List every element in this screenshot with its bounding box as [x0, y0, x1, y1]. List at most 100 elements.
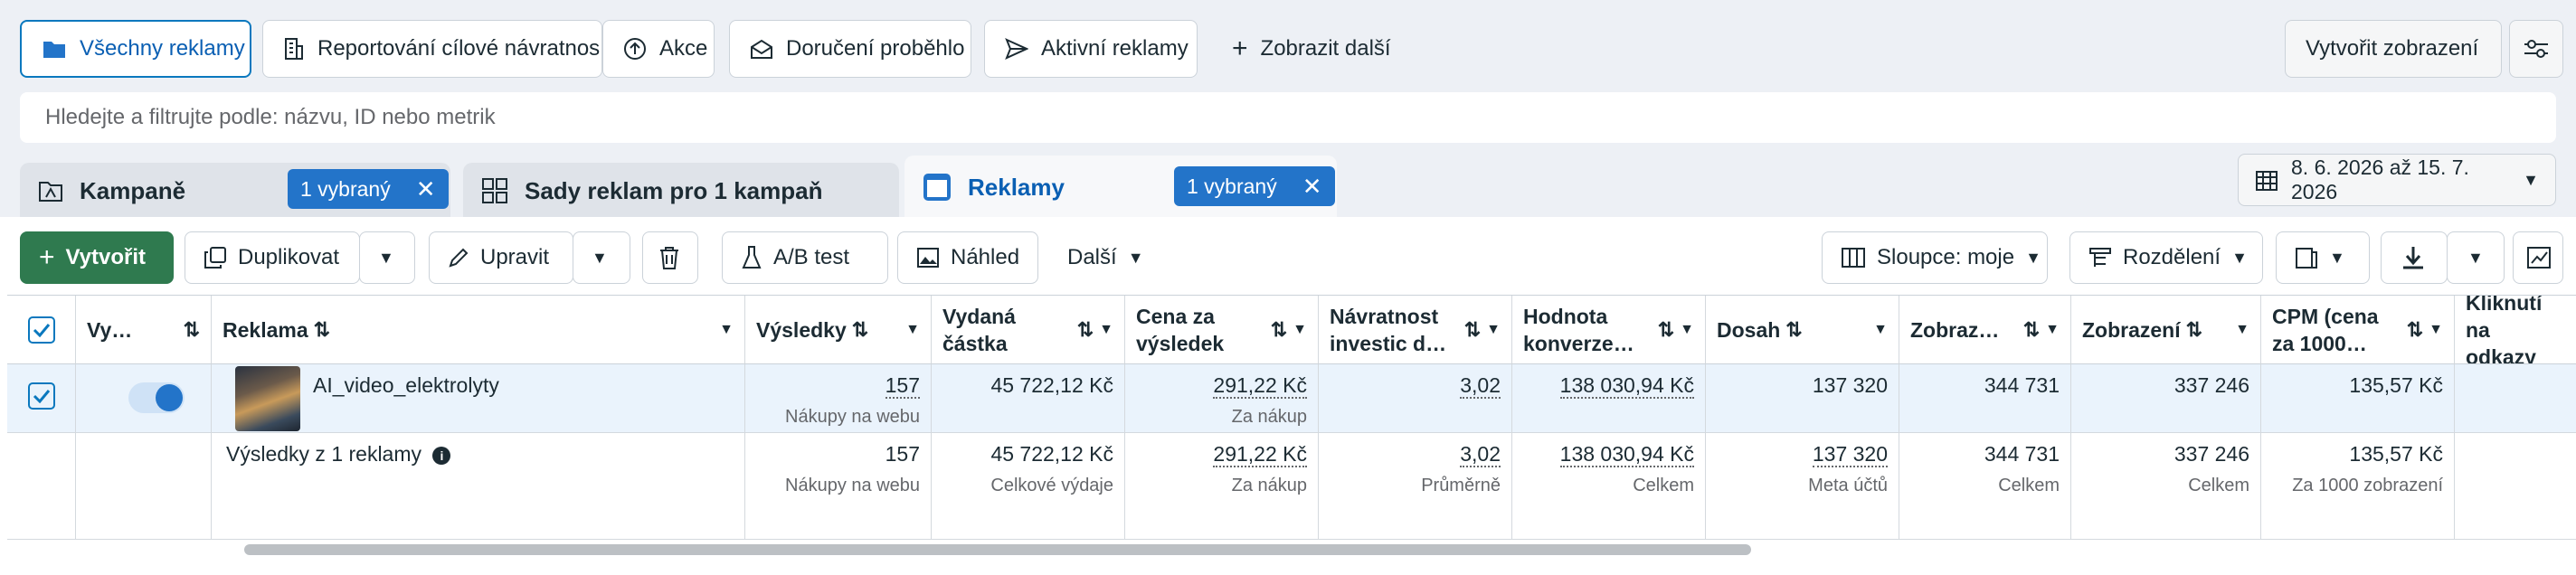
breakdown-label: Rozdělení [2123, 245, 2221, 269]
column-header-cost-per-result[interactable]: Cena za výsledek ⇅ ▼ [1125, 296, 1319, 364]
view-active-ads-button[interactable]: Aktivní reklamy [984, 20, 1198, 78]
export-button[interactable] [2381, 231, 2448, 284]
chevron-down-icon: ▼ [1127, 248, 1144, 267]
breakdown-button[interactable]: Rozdělení ▼ [2069, 231, 2263, 284]
duplicate-label: Duplikovat [238, 245, 340, 269]
delivery-toggle[interactable] [128, 382, 185, 413]
impressions-cell: 337 246 [2071, 364, 2261, 432]
column-menu-icon[interactable]: ▼ [1099, 322, 1113, 338]
column-header-spent[interactable]: Vydaná částka ⇅ ▼ [932, 296, 1125, 364]
delete-button[interactable] [642, 231, 698, 284]
column-header-impressions[interactable]: Zobrazení ⇅ ▼ [2071, 296, 2261, 364]
sort-icon[interactable]: ⇅ [2023, 318, 2040, 342]
plus-icon: + [1232, 33, 1248, 63]
table-row-ad[interactable]: AI_video_elektrolyty 157 Nákupy na webu … [7, 364, 2576, 433]
edit-dropdown-button[interactable]: ▼ [573, 231, 630, 284]
sort-icon[interactable]: ⇅ [2186, 318, 2202, 342]
view-actions-button[interactable]: Akce [602, 20, 715, 78]
column-menu-icon[interactable]: ▼ [1680, 322, 1694, 338]
summary-label-cell: Výsledky z 1 reklamy i [212, 433, 745, 539]
column-menu-icon[interactable]: ▼ [1293, 322, 1307, 338]
column-menu-icon[interactable]: ▼ [2045, 322, 2060, 338]
date-range-label: 8. 6. 2026 až 15. 7. 2026 [2291, 156, 2469, 203]
column-menu-icon[interactable]: ▼ [1873, 322, 1888, 338]
chevron-down-icon: ▼ [2231, 248, 2248, 267]
date-range-picker[interactable]: 8. 6. 2026 až 15. 7. 2026 ▼ [2238, 154, 2556, 206]
column-menu-icon[interactable]: ▼ [905, 322, 920, 338]
sort-icon[interactable]: ⇅ [852, 318, 868, 342]
column-header-reach[interactable]: Dosah ⇅ ▼ [1706, 296, 1899, 364]
chevron-down-icon: ▼ [2025, 248, 2041, 267]
view-all-ads-button[interactable]: Všechny reklamy [20, 20, 251, 78]
duplicate-dropdown-button[interactable]: ▼ [359, 231, 415, 284]
grid-icon [481, 177, 508, 204]
column-menu-icon[interactable]: ▼ [2235, 322, 2249, 338]
column-header-impressions-short[interactable]: Zobraz… ⇅ ▼ [1899, 296, 2071, 364]
preview-button[interactable]: Náhled [897, 231, 1038, 284]
info-icon[interactable]: i [432, 446, 451, 465]
columns-button[interactable]: Sloupce: moje ▼ [1822, 231, 2048, 284]
column-menu-icon[interactable]: ▼ [1486, 322, 1501, 338]
sort-icon[interactable]: ⇅ [1785, 318, 1802, 342]
ads-selected-chip: 1 vybraný ✕ [1174, 166, 1335, 206]
duplicate-button[interactable]: Duplikovat [185, 231, 360, 284]
reports-button[interactable]: ▼ [2276, 231, 2370, 284]
search-filter-input[interactable]: Hledejte a filtrujte podle: názvu, ID ne… [20, 92, 2556, 143]
column-header-link-clicks[interactable]: Kliknutí na odkazy [2455, 296, 2576, 364]
summary-impressions-cell: 337 246 Celkem [2071, 433, 2261, 539]
sort-icon[interactable]: ⇅ [1464, 318, 1481, 342]
create-button[interactable]: + Vytvořit [20, 231, 174, 284]
clear-ads-selection-icon[interactable]: ✕ [1302, 173, 1322, 201]
view-reporting-button[interactable]: Reportování cílové návratnos… [262, 20, 602, 78]
horizontal-scrollbar[interactable] [244, 544, 1751, 555]
view-settings-button[interactable] [2509, 20, 2563, 78]
column-header-roas[interactable]: Návratnost investic d… ⇅ ▼ [1319, 296, 1512, 364]
create-view-button[interactable]: Vytvořit zobrazení [2285, 20, 2502, 78]
pencil-icon [448, 247, 469, 269]
sort-icon[interactable]: ⇅ [1658, 318, 1674, 342]
column-menu-icon[interactable]: ▼ [2429, 322, 2443, 338]
send-icon [1005, 38, 1028, 60]
summary-spent-cell: 45 722,12 Kč Celkové výdaje [932, 433, 1125, 539]
column-header-delivery[interactable]: Vy… ⇅ [76, 296, 212, 364]
tab-ads-label: Reklamy [968, 173, 1065, 201]
sort-icon[interactable]: ⇅ [184, 318, 200, 342]
export-dropdown-button[interactable]: ▼ [2447, 231, 2505, 284]
more-actions-button[interactable]: Další ▼ [1049, 231, 1158, 284]
view-reporting-label: Reportování cílové návratnos… [317, 36, 602, 61]
line-chart-icon [2526, 246, 2552, 269]
ad-name-cell[interactable]: AI_video_elektrolyty [212, 364, 745, 432]
ab-test-button[interactable]: A/B test [722, 231, 888, 284]
envelope-open-icon [750, 38, 773, 60]
row-checkbox[interactable] [27, 382, 55, 410]
conversion-value-cell: 138 030,94 Kč [1512, 364, 1706, 432]
view-delivered-label: Doručení proběhlo [786, 36, 965, 61]
show-more-views-button[interactable]: + Zobrazit další [1212, 20, 1429, 78]
summary-reach-cell: 137 320 Meta účtů [1706, 433, 1899, 539]
edit-button[interactable]: Upravit [429, 231, 573, 284]
row-checkbox-cell[interactable] [7, 364, 76, 432]
select-all-checkbox[interactable] [27, 316, 55, 344]
sort-icon[interactable]: ⇅ [314, 318, 330, 342]
column-header-results[interactable]: Výsledky ⇅ ▼ [745, 296, 932, 364]
sort-icon[interactable]: ⇅ [2407, 318, 2423, 342]
charts-button[interactable] [2513, 231, 2563, 284]
breakdown-icon [2088, 246, 2112, 269]
column-header-conversion-value[interactable]: Hodnota konverze… ⇅ ▼ [1512, 296, 1706, 364]
campaign-flag-icon [38, 179, 63, 203]
column-header-ad[interactable]: Reklama ⇅ ▼ [212, 296, 745, 364]
sort-icon[interactable]: ⇅ [1077, 318, 1094, 342]
sort-icon[interactable]: ⇅ [1271, 318, 1287, 342]
cost-cell: 291,22 Kč Za nákup [1125, 364, 1319, 432]
view-delivered-button[interactable]: Doručení proběhlo [729, 20, 971, 78]
create-label: Vytvořit [65, 245, 146, 269]
column-menu-icon[interactable]: ▼ [719, 322, 734, 338]
summary-results-cell: 157 Nákupy na webu [745, 433, 932, 539]
tab-adsets[interactable]: Sady reklam pro 1 kampaň [463, 163, 899, 219]
link-clicks-cell [2455, 364, 2576, 432]
column-header-cpm[interactable]: CPM (cena za 1000… ⇅ ▼ [2261, 296, 2455, 364]
spent-cell: 45 722,12 Kč [932, 364, 1125, 432]
select-all-checkbox-cell[interactable] [7, 296, 76, 364]
ad-name[interactable]: AI_video_elektrolyty [313, 373, 499, 398]
clear-campaigns-selection-icon[interactable]: ✕ [416, 175, 436, 203]
